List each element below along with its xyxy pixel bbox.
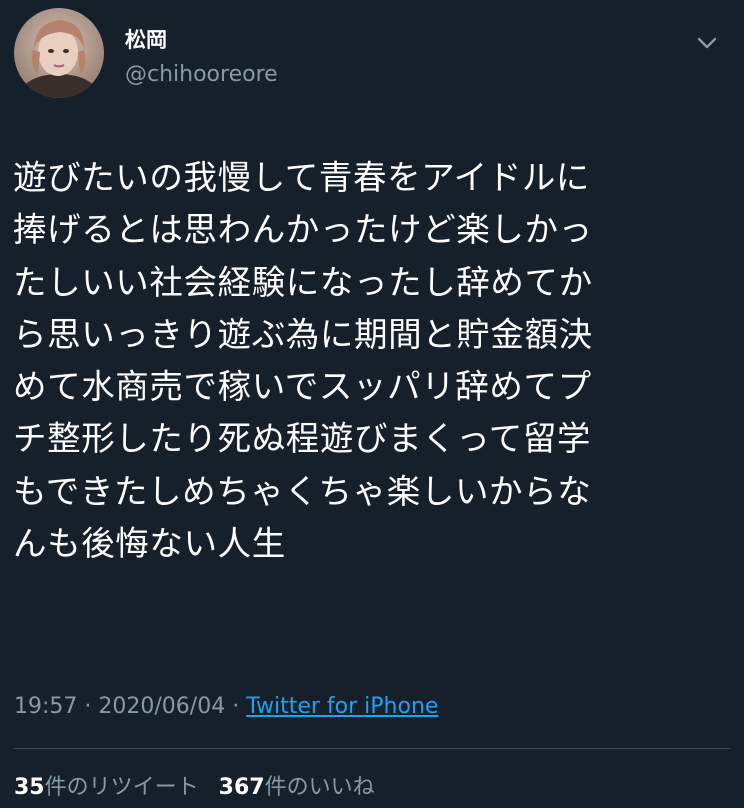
tweet-text-line: めて水商売で稼いでスッパリ辞めてプ: [13, 367, 592, 407]
tweet-source-link[interactable]: Twitter for iPhone: [246, 694, 438, 719]
tweet-text-line: ら思いっきり遊ぶ為に期間と貯金額決: [13, 314, 593, 354]
tweet-text: 遊びたいの我慢して青春をアイドルに 捧げるとは思わんかったけど楽しかっ たしいい…: [13, 152, 703, 570]
meta-separator: ·: [77, 694, 99, 719]
tweet-text-line: 捧げるとは思わんかったけど楽しかっ: [13, 210, 593, 250]
tweet-text-line: もできたしめちゃくちゃ楽しいからな: [13, 471, 592, 511]
tweet-page: 松岡 @chihooreore 遊びたいの我慢して青春をアイドルに 捧げるとは思…: [0, 0, 744, 808]
avatar[interactable]: [14, 8, 104, 98]
likes-stat[interactable]: 367件のいいね: [219, 773, 375, 803]
tweet-time[interactable]: 19:57: [14, 694, 77, 719]
tweet-meta: 19:57 · 2020/06/04 · Twitter for iPhone: [14, 692, 438, 722]
meta-separator: ·: [225, 694, 247, 719]
likes-count: 367: [218, 775, 265, 800]
retweets-count: 35: [14, 775, 45, 800]
tweet-date[interactable]: 2020/06/04: [98, 694, 225, 719]
retweets-stat[interactable]: 35件のリツイート: [14, 773, 199, 803]
tweet-text-line: チ整形したり死ぬ程遊びまくって留学: [13, 419, 592, 459]
tweet-text-line: んも後悔ない人生: [13, 524, 286, 564]
tweet-text-line: 遊びたいの我慢して青春をアイドルに: [13, 158, 591, 197]
likes-label: 件のいいね: [264, 775, 375, 800]
tweet-text-line: たしいい社会経験になったし辞めてか: [13, 262, 593, 302]
avatar-photo-icon: [14, 8, 104, 98]
tweet-stats: 35件のリツイート 367件のいいね: [14, 773, 375, 803]
author-handle[interactable]: @chihooreore: [125, 62, 278, 88]
divider: [14, 748, 730, 749]
author-display-name[interactable]: 松岡: [125, 27, 167, 53]
chevron-down-icon[interactable]: [692, 28, 722, 58]
retweets-label: 件のリツイート: [44, 775, 199, 800]
tweet-header: 松岡 @chihooreore: [0, 0, 744, 120]
